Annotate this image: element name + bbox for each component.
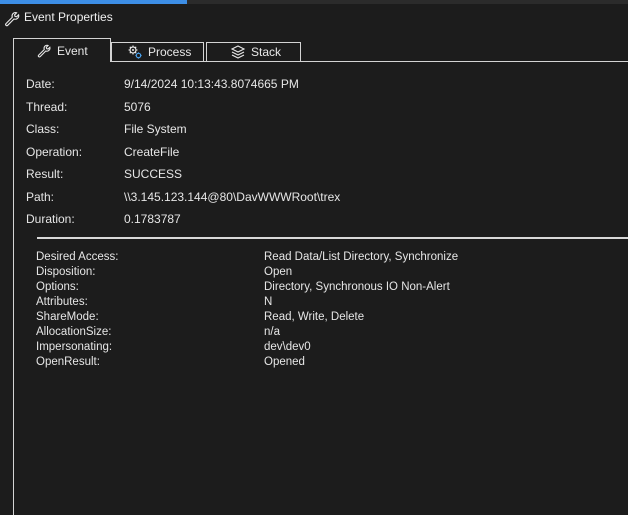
detail-label: OpenResult: [36,356,100,368]
property-value: 9/14/2024 10:13:43.8074665 PM [124,77,299,91]
tab-stack-label: Stack [251,45,282,59]
detail-label: ShareMode: [36,311,99,323]
stack-layers-icon [230,44,246,60]
wrench-icon [36,43,52,59]
wrench-icon [3,10,21,28]
detail-value: Directory, Synchronous IO Non-Alert [264,281,450,293]
title-bar: Event Properties [0,4,628,32]
detail-label: Impersonating: [36,341,113,353]
property-value: 0.1783787 [124,212,181,226]
property-label: Operation: [26,145,83,159]
tab-process[interactable]: Process [111,42,204,62]
detail-label: Options: [36,281,79,293]
tab-stack[interactable]: Stack [206,42,301,62]
section-divider [37,237,628,239]
property-value: \\3.145.123.144@80\DavWWWRoot\trex [124,190,341,204]
detail-value: dev\dev0 [264,341,311,353]
property-label: Result: [26,167,64,181]
property-value: 5076 [124,100,151,114]
window-title: Event Properties [24,10,113,24]
tab-event-label: Event [57,43,88,58]
detail-label: AllocationSize: [36,326,112,338]
detail-value: Open [264,266,293,278]
property-label: Path: [26,190,55,204]
property-label: Class: [26,122,60,136]
event-properties-window: Event Properties Event Process Stack Dat… [0,0,628,515]
detail-label: Disposition: [36,266,96,278]
detail-value: Read, Write, Delete [264,311,365,323]
detail-value: Read Data/List Directory, Synchronize [264,251,459,263]
property-value: File System [124,122,187,136]
tab-process-label: Process [148,45,192,59]
detail-value: Opened [264,356,305,368]
property-value: SUCCESS [124,167,183,181]
property-label: Thread: [26,100,68,114]
detail-label: Desired Access: [36,251,119,263]
detail-value: n/a [264,326,280,338]
gear-process-icon [127,44,143,60]
property-label: Date: [26,77,55,91]
property-label: Duration: [26,212,75,226]
detail-label: Attributes: [36,296,88,308]
detail-value: N [264,296,273,308]
property-value: CreateFile [124,145,180,159]
tab-event[interactable]: Event [13,38,111,62]
